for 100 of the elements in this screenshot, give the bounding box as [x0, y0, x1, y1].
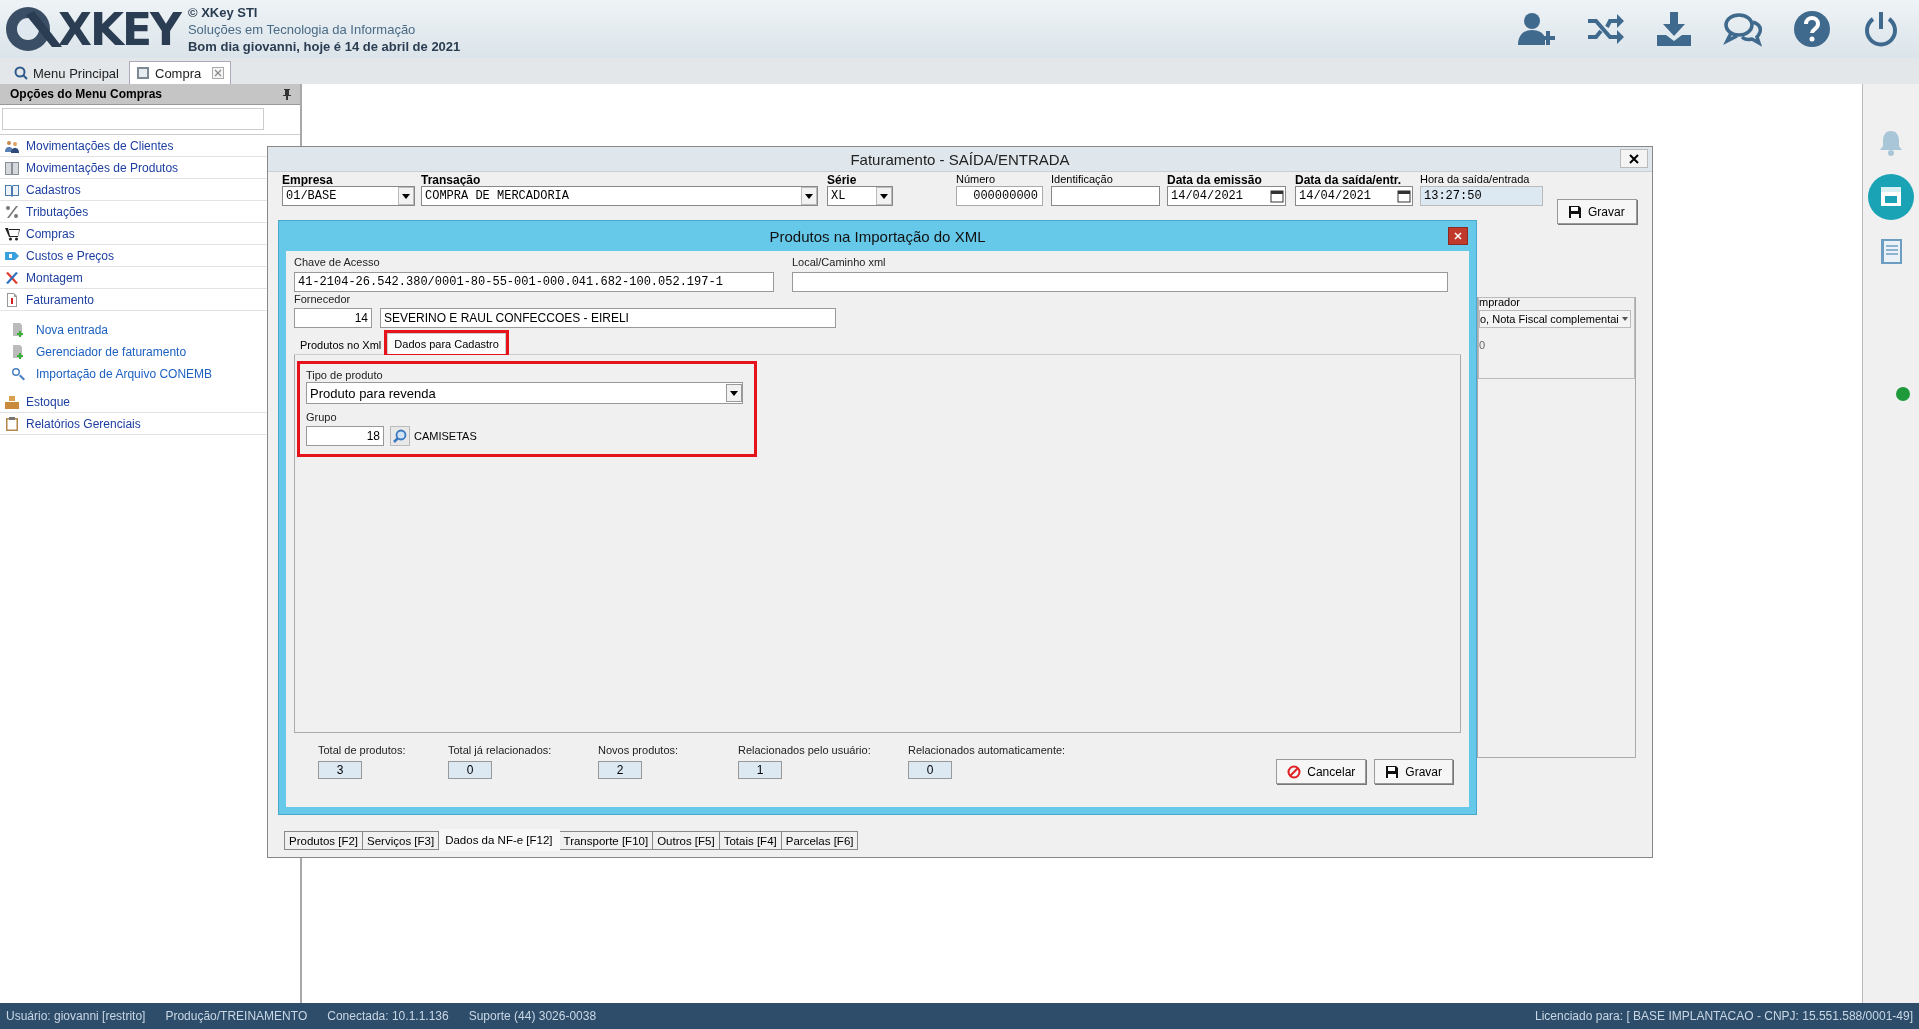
- search-field[interactable]: [2, 108, 264, 130]
- group-name: CAMISETAS: [414, 430, 477, 442]
- page-tab[interactable]: Menu Principal: [8, 62, 125, 84]
- boxes-icon: [4, 393, 20, 410]
- menu-item[interactable]: Compras: [0, 223, 79, 244]
- form-tab[interactable]: Totais [F4]: [719, 831, 782, 850]
- submenu-item[interactable]: Nova entrada: [0, 319, 113, 341]
- close-icon: [1454, 232, 1462, 240]
- status-text: Conectada: 10.1.1.136: [327, 1009, 449, 1023]
- tools-icon: [4, 269, 20, 286]
- total-value: 0: [448, 761, 492, 779]
- total-value: 3: [318, 761, 362, 779]
- status-text: Produção/TREINAMENTO: [165, 1009, 308, 1023]
- field-label: Fornecedor: [294, 292, 352, 306]
- menu-item[interactable]: Tributações: [0, 201, 93, 222]
- clipboard-icon: [4, 415, 20, 432]
- prohibited-icon: [1287, 764, 1302, 779]
- dropdown-field[interactable]: Produto para revenda: [306, 382, 743, 404]
- total-label: Relacionados automaticamente:: [908, 743, 1067, 757]
- form-tab[interactable]: Produtos [F2]: [284, 831, 364, 850]
- field-label: Tipo de produto: [306, 368, 384, 382]
- dialog-tab[interactable]: Produtos no Xml: [294, 336, 388, 354]
- menu-item[interactable]: Custos e Preços: [0, 245, 119, 266]
- tagline-text: Soluções em Tecnologia da Informação: [187, 20, 417, 38]
- date-field[interactable]: 14/04/2021: [1295, 186, 1413, 206]
- total-label: Novos produtos:: [598, 743, 680, 757]
- total-label: Relacionados pelo usuário:: [738, 743, 872, 757]
- date-field[interactable]: 14/04/2021: [1167, 186, 1286, 206]
- status-dot-icon: [1895, 386, 1911, 402]
- menu-item[interactable]: Movimentações de Produtos: [0, 157, 183, 178]
- menu-item[interactable]: Estoque: [0, 391, 75, 412]
- window-title: Faturamento - SAÍDA/ENTRADA: [850, 150, 1070, 168]
- access-key-field[interactable]: 41-2104-26.542.380/0001-80-55-001-000.041.682-100.052.197-1: [294, 272, 774, 292]
- total-label: Total de produtos:: [318, 743, 407, 757]
- page-tab[interactable]: Compra: [129, 61, 232, 84]
- field-label: Número: [956, 173, 997, 186]
- supplier-code-field[interactable]: 14: [294, 308, 372, 328]
- field-label: Chave de Acesso: [294, 255, 381, 269]
- dropdown-field[interactable]: COMPRA DE MERCADORIA: [421, 186, 818, 206]
- cancel-button[interactable]: Cancelar: [1276, 759, 1367, 784]
- license-text: Licenciado para: [ BASE IMPLANTACAO - CNPJ: 15.551.588/0001-49]: [1535, 1009, 1913, 1023]
- field-label: Grupo: [306, 410, 338, 424]
- menu-item[interactable]: Movimentações de Clientes: [0, 135, 178, 156]
- field-label: Data da emissão: [1167, 173, 1263, 186]
- submenu-item[interactable]: Gerenciador de faturamento: [0, 341, 191, 363]
- path-field[interactable]: [792, 272, 1448, 292]
- close-icon: [1629, 153, 1639, 164]
- add-document-icon: [10, 322, 26, 338]
- menu-item[interactable]: Faturamento: [0, 289, 99, 310]
- menu-item[interactable]: Montagem: [0, 267, 87, 288]
- calendar-icon: [1396, 187, 1412, 205]
- total-value: 2: [598, 761, 642, 779]
- copyright-text: © XKey STI: [187, 3, 259, 21]
- form-icon: [136, 66, 150, 80]
- dialog-title: Produtos na Importação do XML: [769, 227, 986, 245]
- total-value: 1: [738, 761, 782, 779]
- total-value: 0: [908, 761, 952, 779]
- search-icon: [392, 428, 408, 444]
- dropdown-field[interactable]: XL: [827, 186, 893, 206]
- status-text: Usuário: giovanni [restrito]: [6, 1009, 146, 1023]
- dropdown-field[interactable]: o, Nota Fiscal complementai: [1479, 310, 1631, 328]
- form-tab[interactable]: Transporte [F10]: [559, 831, 654, 850]
- cabinet-icon: [4, 159, 20, 176]
- cart-icon: [4, 225, 20, 242]
- field-label: Hora da saída/entrada: [1420, 173, 1531, 186]
- save-button[interactable]: Gravar: [1557, 199, 1637, 224]
- field-label: Empresa: [282, 173, 334, 186]
- percent-icon: [4, 203, 20, 220]
- group-code-field[interactable]: 18: [306, 426, 384, 446]
- logo-text: XKEY: [58, 3, 180, 55]
- help-icon[interactable]: [1792, 9, 1832, 49]
- field-label: Transação: [421, 173, 482, 186]
- field-label: Local/Caminho xml: [792, 255, 887, 269]
- form-tab[interactable]: Parcelas [F6]: [781, 831, 859, 850]
- home-search-icon: [14, 66, 28, 80]
- supplier-name-field[interactable]: SEVERINO E RAUL CONFECCOES - EIRELI: [380, 308, 836, 328]
- dialog-tab[interactable]: Dados para Cadastro: [387, 333, 506, 354]
- form-tab[interactable]: Outros [F5]: [653, 831, 720, 850]
- close-icon[interactable]: [212, 67, 225, 79]
- calendar-icon[interactable]: [1868, 174, 1914, 220]
- add-document-icon: [10, 344, 26, 360]
- search-icon: [10, 366, 26, 382]
- close-button[interactable]: [1620, 149, 1648, 168]
- form-tab[interactable]: Dados da NF-e [F12]: [439, 829, 560, 851]
- number-field[interactable]: 000000000: [956, 186, 1043, 206]
- save-button[interactable]: Gravar: [1374, 759, 1453, 784]
- text-field[interactable]: [1051, 186, 1160, 206]
- download-icon[interactable]: [1654, 9, 1694, 49]
- pin-icon[interactable]: [282, 88, 292, 100]
- form-tab[interactable]: Serviços [F3]: [363, 831, 440, 850]
- field-label: Série: [827, 173, 858, 186]
- submenu-item[interactable]: Importação de Arquivo CONEMB: [0, 363, 217, 385]
- menu-item[interactable]: Cadastros: [0, 179, 85, 200]
- time-field: 13:27:50: [1420, 186, 1543, 206]
- search-button[interactable]: [390, 426, 410, 446]
- field-value: 0: [1479, 339, 1486, 351]
- dropdown-field[interactable]: 01/BASE: [282, 186, 415, 206]
- menu-item[interactable]: Relatórios Gerenciais: [0, 413, 145, 434]
- total-label: Total já relacionados:: [448, 743, 553, 757]
- close-button[interactable]: [1448, 227, 1468, 245]
